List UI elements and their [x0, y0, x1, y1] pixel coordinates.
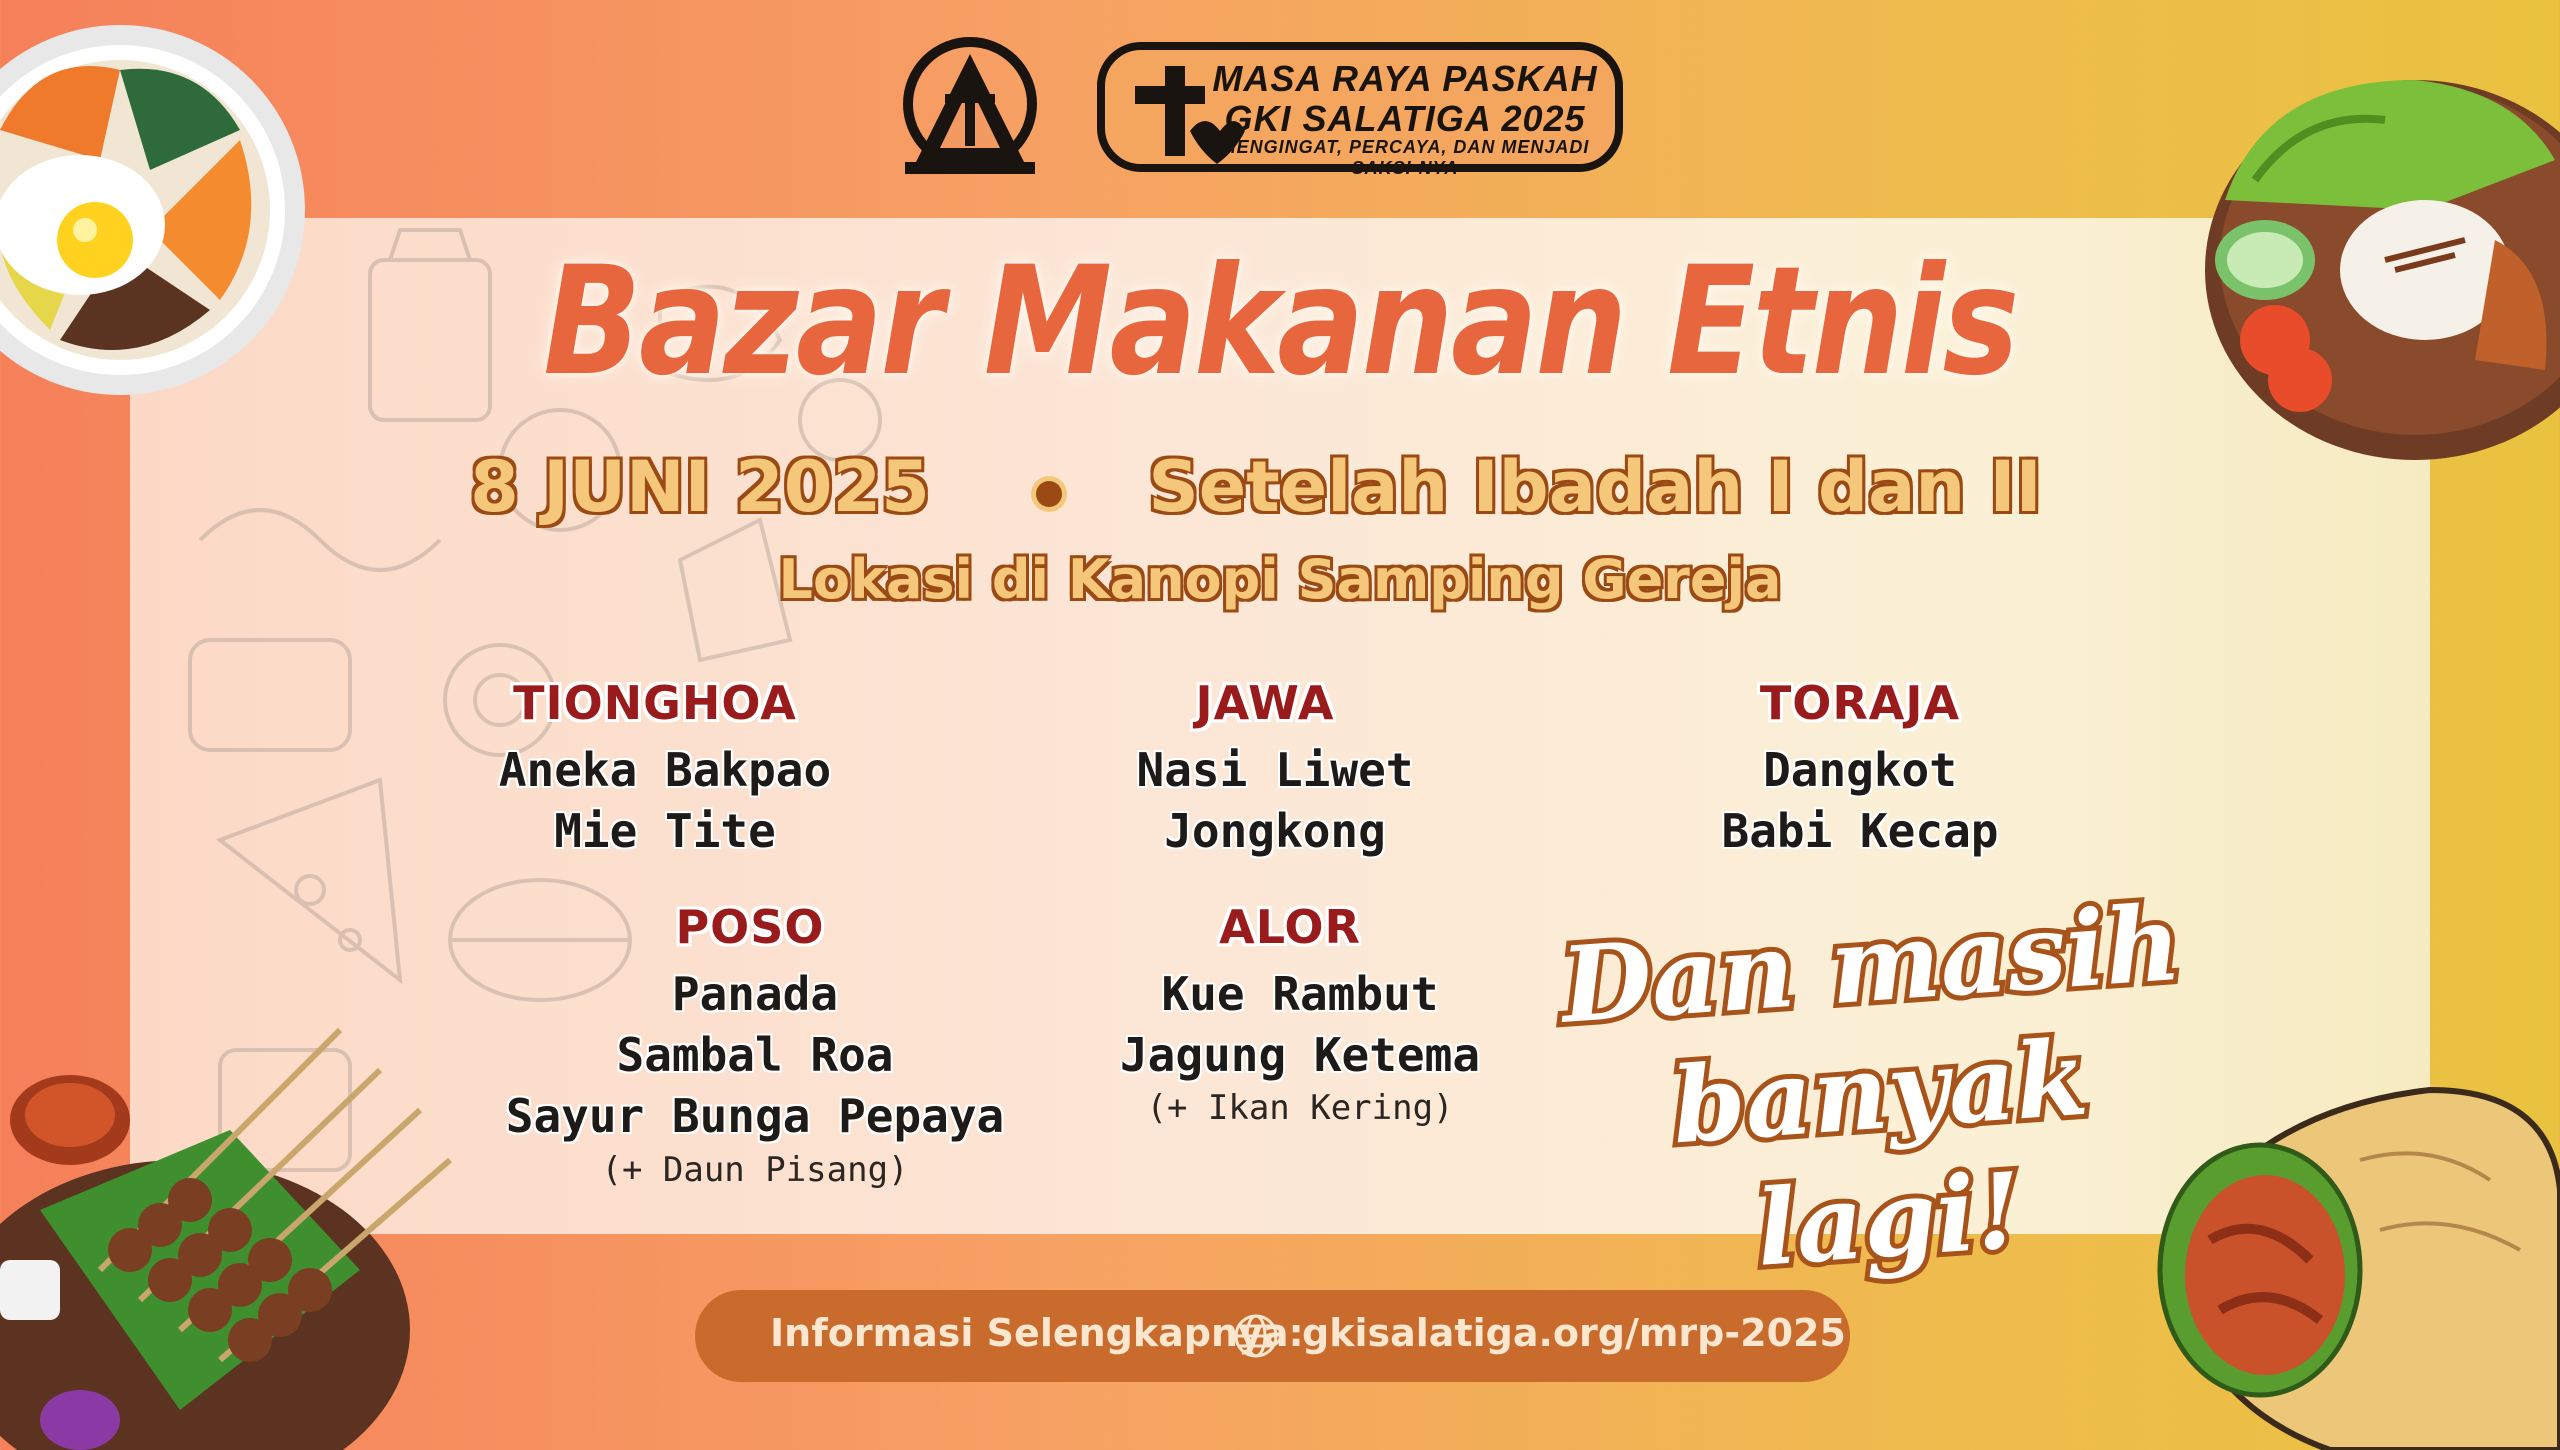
menu-list-poso: Panada Sambal Roa Sayur Bunga Pepaya: [470, 964, 1040, 1147]
menu-item: Panada: [671, 967, 839, 1021]
menu-note-alor: (+ Ikan Kering): [1146, 1088, 1454, 1128]
event-date: 8 JUNI 2025: [469, 445, 932, 530]
category-poso: POSO: [675, 900, 825, 954]
menu-item: Mie Tite: [554, 804, 776, 858]
more-line-2: banyak lagi!: [1663, 1011, 2096, 1295]
category-tionghoa: TIONGHOA: [513, 676, 797, 730]
menu-item: Babi Kecap: [1721, 804, 1999, 858]
page-title: Bazar Makanan Etnis: [543, 235, 2019, 409]
menu-item: Dangkot: [1763, 743, 1957, 797]
menu-item: Jongkong: [1164, 804, 1386, 858]
menu-item: Kue Rambut: [1161, 967, 1439, 1021]
category-alor: ALOR: [1219, 900, 1361, 954]
event-location: Lokasi di Kanopi Samping Gereja: [778, 547, 1783, 612]
badge-line-2: GKI SALATIGA 2025: [1224, 98, 1586, 139]
separator-dot: [1036, 481, 1062, 507]
globe-icon: [1234, 1314, 1278, 1358]
more-items-caption: Dan masih banyak lagi!: [1547, 876, 2212, 1306]
menu-item: Nasi Liwet: [1136, 743, 1414, 797]
menu-list-tionghoa: Aneka Bakpao Mie Tite: [435, 740, 895, 862]
menu-item: Jagung Ketema: [1119, 1028, 1481, 1082]
satay-illustration: [0, 1027, 452, 1450]
footer-label: Informasi Selengkapnya:: [770, 1311, 1304, 1355]
menu-list-jawa: Nasi Liwet Jongkong: [1045, 740, 1505, 862]
menu-item: Aneka Bakpao: [498, 743, 832, 797]
menu-list-toraja: Dangkot Babi Kecap: [1630, 740, 2090, 862]
church-logo-icon: [903, 37, 1037, 174]
menu-item: Sambal Roa: [616, 1028, 894, 1082]
menu-note-poso: (+ Daun Pisang): [601, 1150, 909, 1190]
category-toraja: TORAJA: [1759, 676, 1961, 730]
event-time: Setelah Ibadah I dan II: [1147, 445, 2043, 530]
poster: MASA RAYA PASKAH GKI SALATIGA 2025 MENGI…: [0, 0, 2560, 1450]
menu-list-alor: Kue Rambut Jagung Ketema: [1070, 964, 1530, 1086]
menu-item: Sayur Bunga Pepaya: [505, 1089, 1005, 1143]
badge-line-1: MASA RAYA PASKAH: [1212, 58, 1598, 99]
badge-tagline: MENGINGAT, PERCAYA, DAN MENJADI SAKSI-NY…: [1220, 137, 1590, 178]
footer-url-link[interactable]: gkisalatiga.org/mrp-2025: [1302, 1311, 1846, 1355]
category-jawa: JAWA: [1195, 676, 1335, 730]
